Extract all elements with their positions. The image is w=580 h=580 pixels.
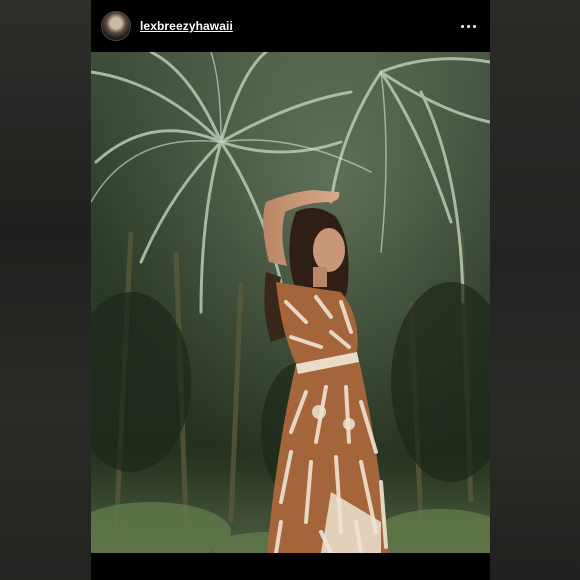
- post-header: lexbreezyhawaii: [91, 0, 490, 52]
- instagram-post: lexbreezyhawaii: [91, 0, 490, 580]
- post-photo[interactable]: [91, 52, 490, 553]
- right-blur-backdrop: [490, 0, 580, 580]
- photo-illustration: [91, 52, 490, 553]
- post-footer: [91, 553, 490, 580]
- more-options-icon[interactable]: [456, 17, 480, 35]
- profile-avatar[interactable]: [101, 11, 131, 41]
- left-blur-backdrop: [0, 0, 91, 580]
- username-link[interactable]: lexbreezyhawaii: [140, 19, 233, 33]
